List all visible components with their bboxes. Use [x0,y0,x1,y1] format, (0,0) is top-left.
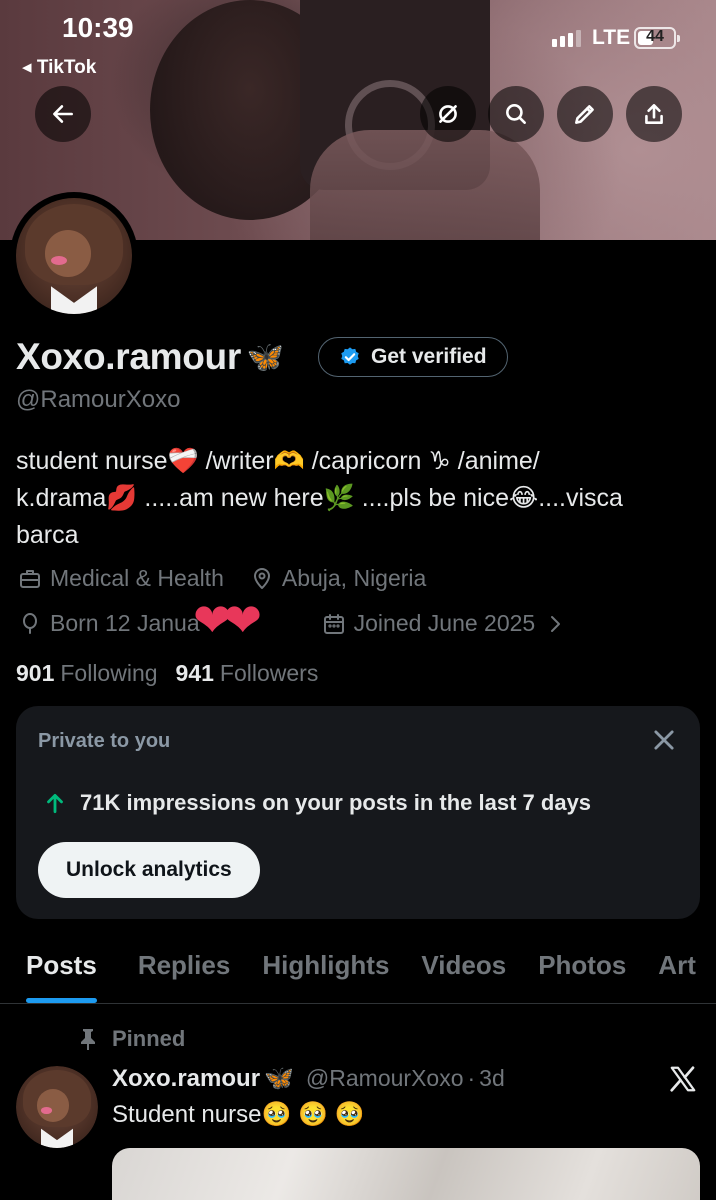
display-name: Xoxo.ramour [16,336,241,377]
status-time: 10:39 [62,12,134,43]
pinned-label: Pinned [112,1026,186,1051]
profile-tabs: Posts Replies Highlights Videos Photos A… [0,940,716,1004]
share-icon [645,104,663,124]
profile-name-row: Xoxo.ramour 🦋 [16,336,284,378]
separator-dot: · [467,1065,476,1091]
post-text: Student nurse🥹 🥹 🥹 [112,1101,365,1128]
close-button[interactable] [650,726,678,754]
post-author-handle[interactable]: @RamourXoxo [306,1065,464,1092]
post-header: Xoxo.ramour 🦋 @RamourXoxo · 3d [112,1064,505,1093]
tab-articles[interactable]: Art [658,940,696,1003]
butterfly-emoji: 🦋 [264,1065,294,1092]
profile-birthday: Born 12 Janua [50,610,200,636]
get-verified-button[interactable]: Get verified [318,337,508,377]
back-to-app-link[interactable]: ◂ TikTok [22,56,96,79]
followers-count: 941 [175,660,214,686]
profile-handle: @RamourXoxo [16,386,181,413]
edit-button[interactable] [557,86,613,142]
following-count: 901 [16,660,55,686]
profile-category: Medical & Health [50,565,224,591]
tab-replies[interactable]: Replies [138,940,231,1003]
search-button[interactable] [488,86,544,142]
briefcase-icon [20,569,40,588]
following-label: Following [60,660,158,686]
profile-meta-row-2: Born 12 Janua Joined June 2025 [18,610,567,637]
balloon-icon [23,612,37,634]
close-icon [654,730,674,750]
hearts-sticker-overlay: ❤❤ [193,594,262,646]
bio-line: k.drama💋 .....am new here🌿 ....pls be ni… [16,484,623,512]
tab-photos[interactable]: Photos [538,940,626,1003]
analytics-card-title: Private to you [38,730,171,752]
verified-badge-icon [341,347,359,365]
grok-button[interactable] [420,86,476,142]
butterfly-emoji: 🦋 [246,340,285,374]
unlock-analytics-button[interactable]: Unlock analytics [38,842,260,898]
tab-videos[interactable]: Videos [421,940,506,1003]
arrow-up-icon [47,794,63,814]
battery-icon: 44 [634,27,680,49]
pencil-icon [575,105,594,124]
followers-label: Followers [219,660,319,686]
tab-posts[interactable]: Posts [26,940,97,1003]
network-type: LTE [592,26,631,49]
cellular-signal-icon [552,30,581,47]
chevron-right-icon[interactable] [543,612,567,636]
back-button[interactable] [35,86,91,142]
avatar-image [16,1066,98,1148]
impressions-stat: 71K impressions on your posts in the las… [42,790,591,816]
battery-level: 44 [646,28,664,45]
pinned-indicator: Pinned [78,1026,185,1052]
tab-highlights[interactable]: Highlights [262,940,389,1003]
profile-avatar[interactable] [10,192,138,320]
following-link[interactable]: 901 Following [16,660,158,687]
profile-location: Abuja, Nigeria [281,565,427,591]
grok-icon [439,105,457,123]
location-pin-icon [253,567,270,589]
profile-joined-date[interactable]: Joined June 2025 [354,610,536,637]
post-timestamp[interactable]: 3d [479,1065,505,1092]
calendar-icon [323,613,344,634]
pin-icon [81,1029,95,1050]
impressions-text: 71K impressions on your posts in the las… [80,790,592,815]
analytics-card: Private to you 71K impressions on your p… [16,706,700,919]
status-bar: 10:39 ◂ TikTok LTE 44 [0,8,716,78]
get-verified-label: Get verified [371,345,487,368]
banner-photo-hand [310,130,540,240]
share-button[interactable] [626,86,682,142]
bio-line: student nurse❤️‍🩹 /writer🫶 /capricorn ♑ … [16,447,540,475]
post-media-image[interactable] [112,1148,700,1200]
search-icon [506,104,526,124]
x-logo-icon[interactable] [668,1064,698,1094]
bio-line: barca [16,521,79,549]
post-author-avatar[interactable] [16,1066,98,1148]
arrow-left-icon [53,105,73,123]
followers-link[interactable]: 941 Followers [176,660,319,687]
profile-bio: student nurse❤️‍🩹 /writer🫶 /capricorn ♑ … [16,443,706,554]
post-author-name[interactable]: Xoxo.ramour [112,1065,260,1093]
profile-meta-row: Medical & Health Abuja, Nigeria [18,565,426,592]
follow-stats: 901 Following 941 Followers [16,660,318,687]
avatar-image [16,198,132,314]
